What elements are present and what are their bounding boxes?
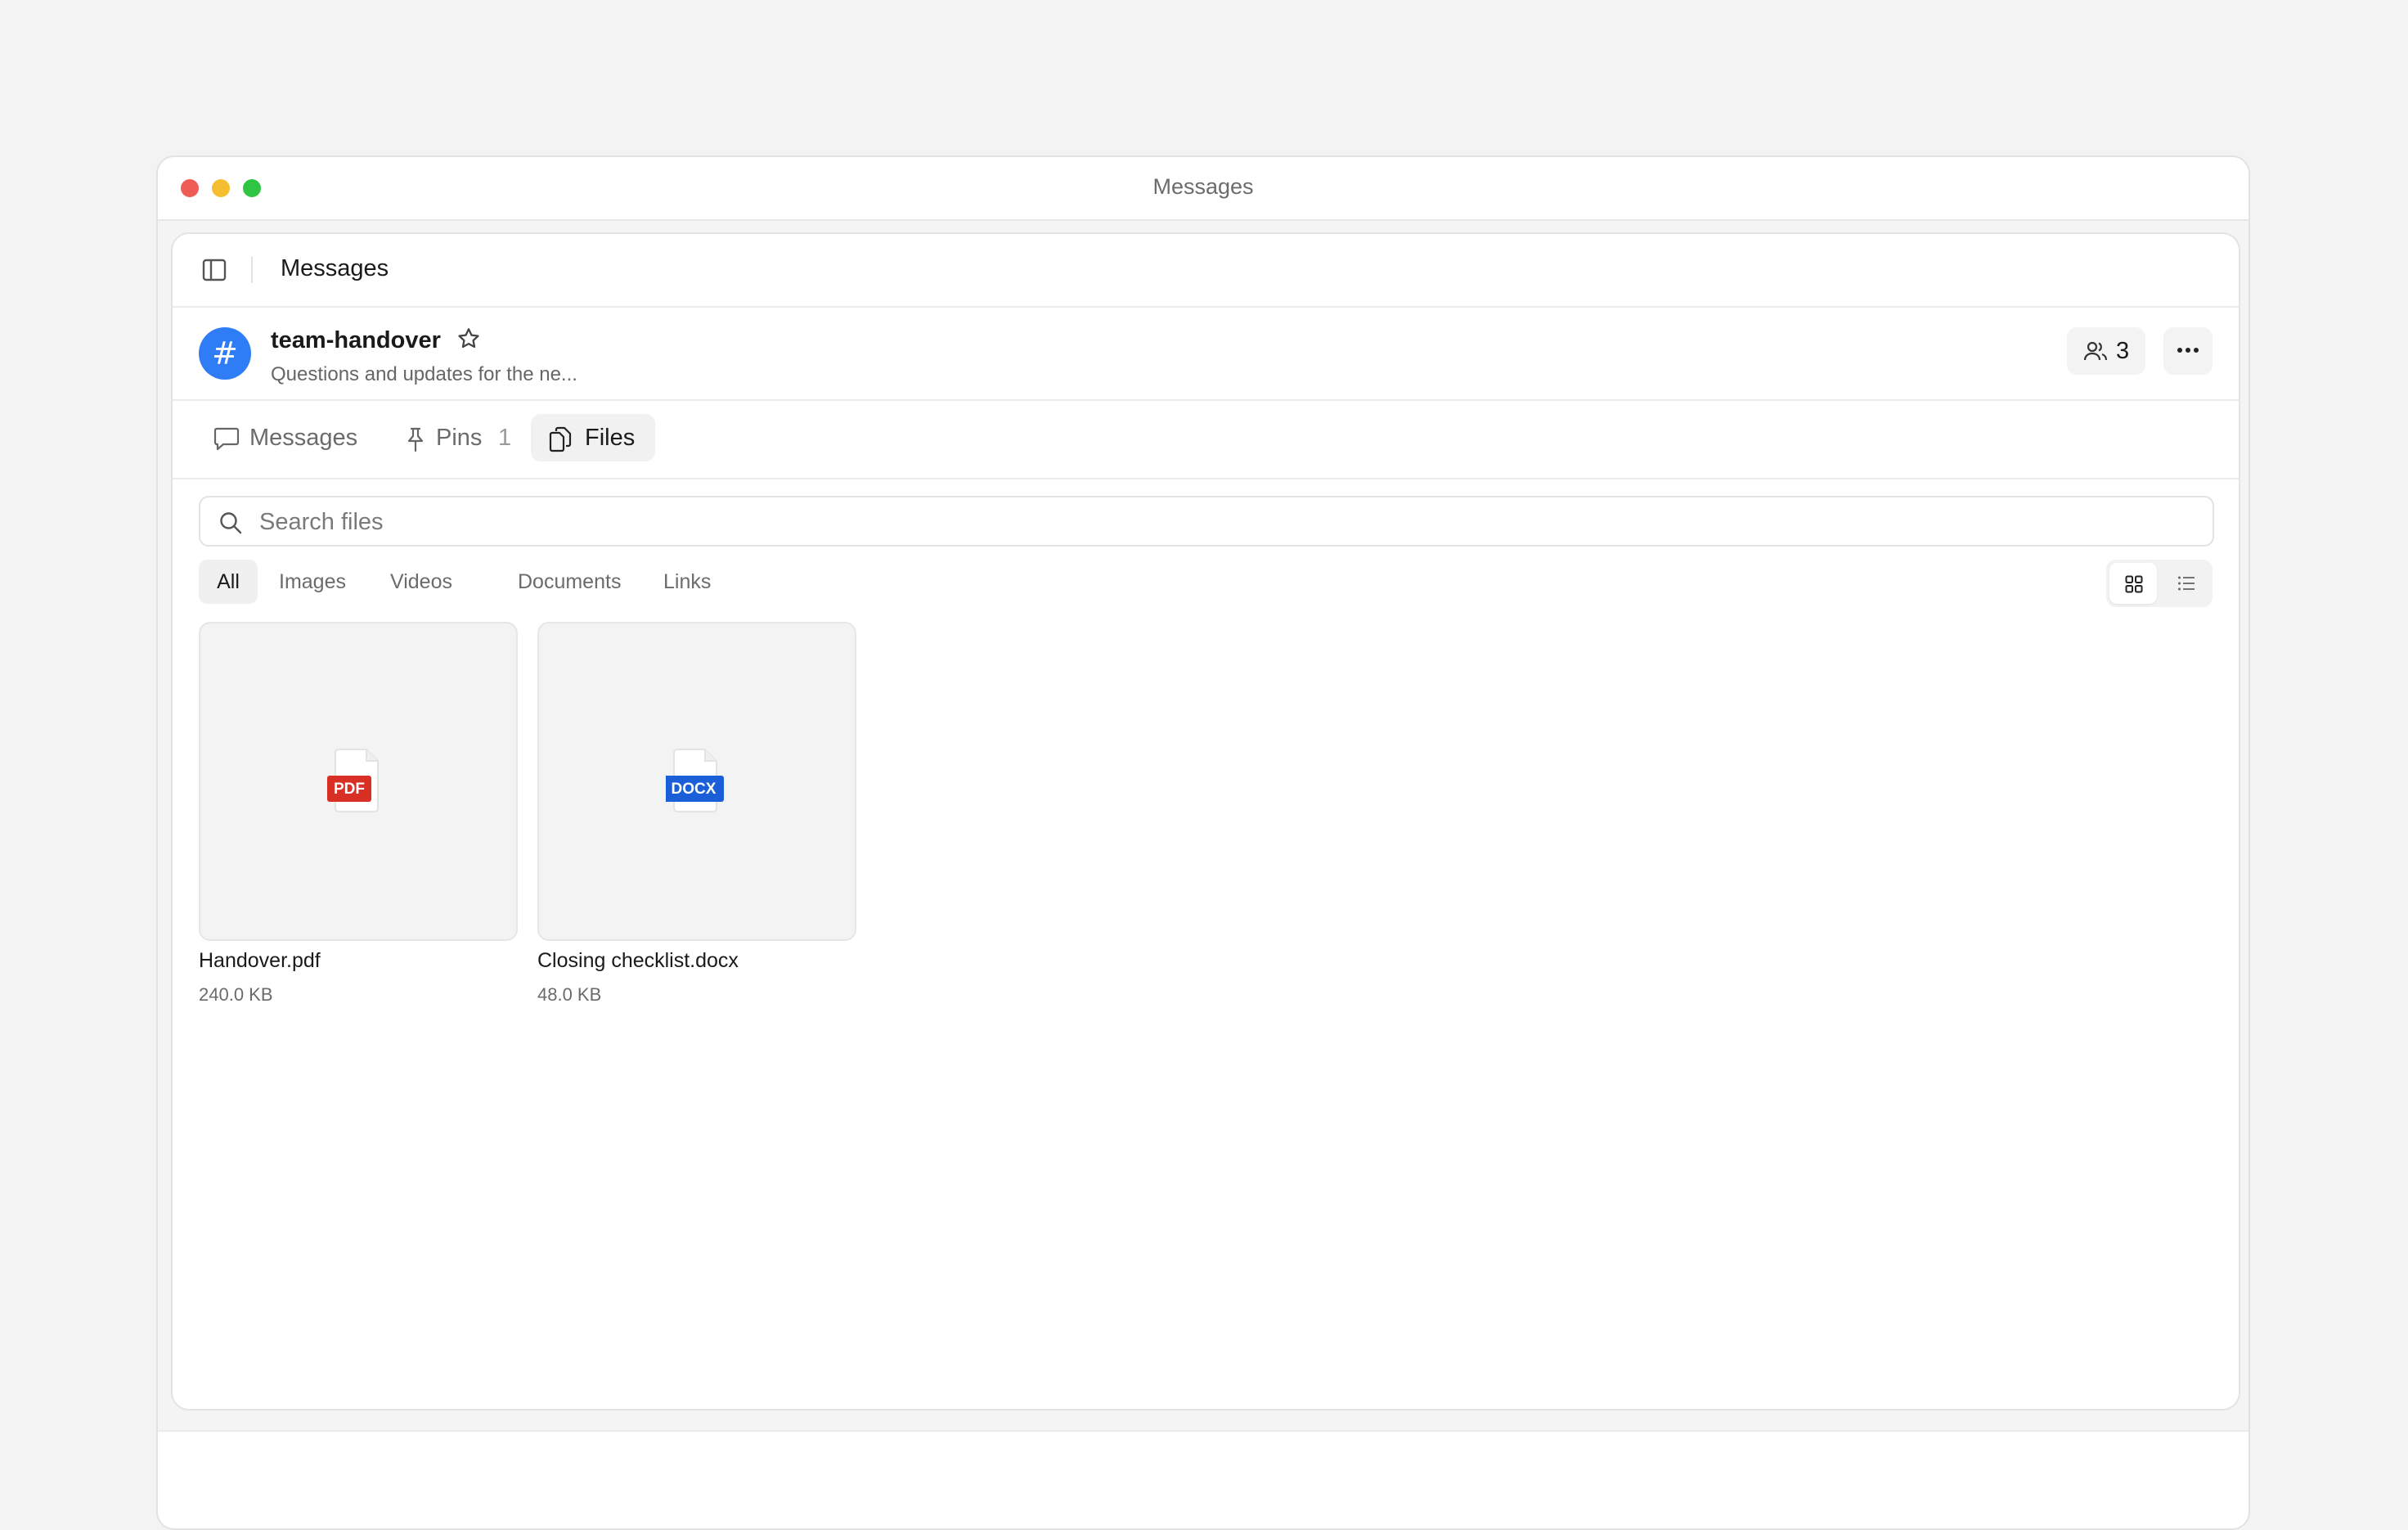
sidebar-toggle-icon[interactable] [202,259,227,281]
grid-view-button[interactable] [2109,563,2157,604]
filter-images[interactable]: Images [279,560,346,604]
docx-file-icon: DOCX [666,749,724,812]
filter-all[interactable]: All [199,560,258,604]
window-title: Messages [1152,174,1254,199]
file-card[interactable]: PDF Handover.pdf 240.0 KB [199,622,519,1006]
title-bar: Messages [158,157,2249,221]
pin-icon [407,427,424,452]
search-icon [220,512,242,534]
filter-videos[interactable]: Videos [390,560,452,604]
more-options-button[interactable] [2163,327,2213,375]
filter-documents[interactable]: Documents [518,560,621,604]
pdf-badge-label: PDF [334,781,365,798]
page-title: Messages [281,255,389,281]
file-thumbnail[interactable]: DOCX [537,622,856,941]
tab-messages-label: Messages [249,425,358,451]
list-view-button[interactable] [2162,563,2209,604]
filter-links[interactable]: Links [663,560,711,604]
file-size: 48.0 KB [537,984,602,1005]
ellipsis-icon [2177,348,2199,353]
channel-panel: Messages # team-handover Questions and u… [171,232,2240,1411]
file-size: 240.0 KB [199,984,273,1005]
channel-description: Questions and updates for the ne... [271,363,577,385]
channel-hash-icon: # [199,327,251,380]
members-button[interactable]: 3 [2067,327,2145,375]
channel-tabs: Messages Pins 1 Files [173,401,2239,479]
file-name: Closing checklist.docx [537,949,739,972]
docx-badge-label: DOCX [672,781,717,798]
files-icon [549,426,572,452]
list-icon [2178,576,2195,591]
view-mode-toggle [2106,560,2213,607]
composer-area [158,1430,2249,1528]
search-input[interactable] [258,506,2142,538]
divider [251,257,253,283]
channel-header: # team-handover Questions and updates fo… [173,308,2239,401]
tab-messages[interactable]: Messages [204,414,367,461]
grid-icon [2125,575,2143,593]
top-bar: Messages [173,234,2239,308]
star-icon[interactable] [456,326,482,352]
file-thumbnail[interactable]: PDF [199,622,518,941]
file-card[interactable]: DOCX Closing checklist.docx 48.0 KB [537,622,858,1006]
users-icon [2083,341,2108,361]
tab-files[interactable]: Files [531,414,655,461]
message-icon [213,427,240,451]
pins-count-badge: 1 [498,425,512,451]
search-files-field[interactable] [199,496,2214,547]
members-count: 3 [2116,338,2130,364]
tab-files-label: Files [585,425,636,451]
tab-pins-label: Pins [436,425,483,451]
pdf-file-icon: PDF [327,749,379,812]
tab-pins[interactable]: Pins 1 [392,414,514,461]
app-window: Messages Messages # team-handover Questi… [156,155,2250,1530]
file-name: Handover.pdf [199,949,321,972]
channel-name[interactable]: team-handover [271,327,441,354]
